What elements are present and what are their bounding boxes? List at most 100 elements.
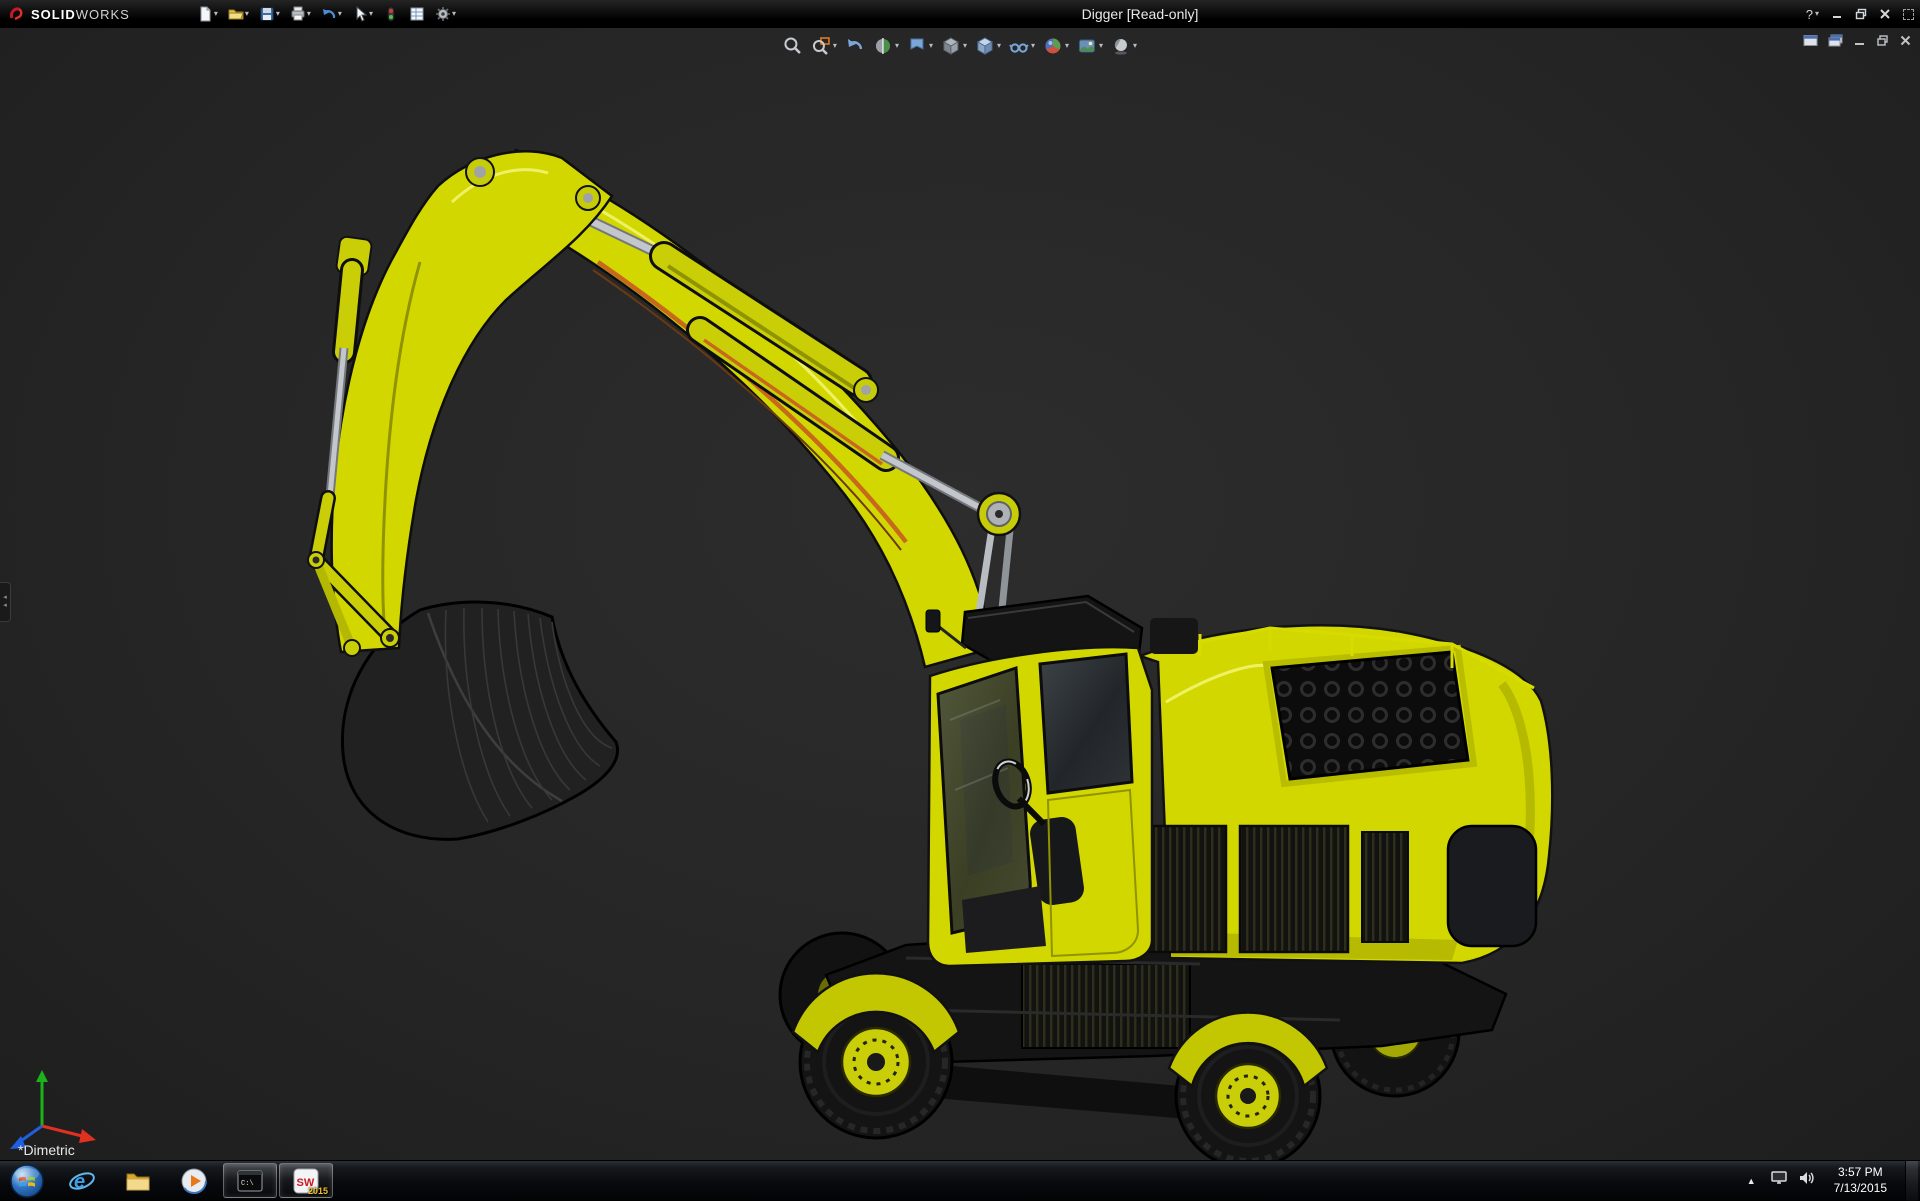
gear-icon [435, 6, 451, 22]
apply-scene-button[interactable]: ▾ [1074, 33, 1106, 59]
mirror [926, 610, 940, 632]
side-window [1040, 654, 1132, 793]
select-cursor-icon [352, 6, 368, 22]
taskbar-internet-explorer-button[interactable]: e [55, 1163, 109, 1198]
options-button[interactable]: ▾ [432, 3, 459, 25]
doc-close-button[interactable] [1899, 34, 1912, 47]
solidworks-version-badge: 2015 [308, 1186, 328, 1196]
minimize-icon [1853, 34, 1866, 47]
dropdown-caret-icon[interactable]: ▾ [338, 10, 342, 18]
previous-view-button[interactable] [842, 33, 868, 59]
deck-box [1150, 618, 1198, 654]
window-controls: ?▾ [1806, 0, 1914, 28]
zoom-to-area-icon [811, 36, 831, 56]
doc-restore-button[interactable] [1876, 34, 1889, 47]
brand-text: SOLIDWORKS [31, 7, 130, 22]
apply-scene-icon [1077, 36, 1097, 56]
taskbar-command-prompt-button[interactable]: C:\ [223, 1163, 277, 1198]
dropdown-caret-icon[interactable]: ▾ [276, 10, 280, 18]
taskbar-solidworks-button[interactable]: SW 2015 [279, 1163, 333, 1198]
dropdown-caret-icon[interactable]: ▾ [245, 10, 249, 18]
save-button[interactable]: ▾ [256, 3, 283, 25]
fullscreen-toggle-button[interactable] [1903, 9, 1914, 20]
hide-show-glasses-icon [1009, 36, 1029, 56]
section-view-button[interactable]: ▾ [870, 33, 902, 59]
brand-works: WORKS [76, 7, 130, 22]
undo-arrow-icon [321, 6, 337, 22]
new-document-icon [197, 6, 213, 22]
excavator-model[interactable] [0, 28, 1920, 1160]
dropdown-caret-icon[interactable]: ▾ [1065, 42, 1069, 50]
start-button[interactable] [0, 1161, 54, 1200]
save-floppy-icon [259, 6, 275, 22]
restore-button[interactable] [1855, 8, 1867, 20]
folder-icon [124, 1167, 152, 1195]
rebuild-stoplight-icon [383, 6, 399, 22]
dropdown-caret-icon[interactable]: ▾ [1031, 42, 1035, 50]
dropdown-caret-icon[interactable]: ▾ [1815, 10, 1819, 18]
taskbar-media-player-button[interactable] [167, 1163, 221, 1198]
doc-minimize-button[interactable] [1853, 34, 1866, 47]
dropdown-caret-icon[interactable]: ▾ [307, 10, 311, 18]
close-button[interactable] [1879, 8, 1891, 20]
show-hidden-icons-button[interactable]: ▲ [1743, 1176, 1760, 1186]
restore-icon [1855, 8, 1867, 20]
engine-grille[interactable] [1266, 648, 1474, 784]
appearance-ball-icon [1043, 36, 1063, 56]
taskbar-file-explorer-button[interactable] [111, 1163, 165, 1198]
headsup-toolbar: ▾ ▾ ▾ ▾ [780, 33, 1140, 59]
window-icon [1803, 34, 1818, 47]
view-orientation-button[interactable]: ▾ [938, 33, 970, 59]
new-window-button[interactable] [1803, 34, 1818, 47]
minimize-button[interactable] [1831, 8, 1843, 20]
system-tray: ▲ 3:57 PM 7/13/2015 [1743, 1161, 1920, 1200]
boom-pivot-pin[interactable] [978, 493, 1020, 535]
annotation-views-icon [907, 36, 927, 56]
hide-show-items-button[interactable]: ▾ [1006, 33, 1038, 59]
feature-tree-collapse-handle[interactable]: ◂ ◂ [0, 582, 11, 622]
dropdown-caret-icon[interactable]: ▾ [895, 42, 899, 50]
titlebar: SOLIDWORKS ▾ ▾ ▾ [0, 0, 1920, 28]
display-style-button[interactable]: ▾ [972, 33, 1004, 59]
select-button[interactable]: ▾ [349, 3, 376, 25]
dropdown-caret-icon[interactable]: ▾ [929, 42, 933, 50]
volume-tray-icon[interactable] [1798, 1170, 1816, 1191]
annotation-views-button[interactable]: ▾ [904, 33, 936, 59]
solidworks-logo: SOLIDWORKS [0, 5, 130, 23]
print-button[interactable]: ▾ [287, 3, 314, 25]
dropdown-caret-icon[interactable]: ▾ [369, 10, 373, 18]
dropdown-caret-icon[interactable]: ▾ [1133, 42, 1137, 50]
edit-appearance-button[interactable]: ▾ [1040, 33, 1072, 59]
dropdown-caret-icon[interactable]: ▾ [214, 10, 218, 18]
new-document-button[interactable]: ▾ [194, 3, 221, 25]
file-properties-button[interactable] [406, 3, 428, 25]
close-icon [1879, 8, 1891, 20]
zoom-to-area-button[interactable]: ▾ [808, 33, 840, 59]
display-style-icon [975, 36, 995, 56]
tray-date: 7/13/2015 [1834, 1181, 1887, 1197]
cascade-window-button[interactable] [1828, 34, 1843, 47]
display-settings-tray-icon[interactable] [1770, 1170, 1788, 1191]
minimize-icon [1831, 8, 1843, 20]
graphics-viewport[interactable]: ▾ ▾ ▾ ▾ [0, 28, 1920, 1160]
dropdown-caret-icon[interactable]: ▾ [963, 42, 967, 50]
dropdown-caret-icon[interactable]: ▾ [997, 42, 1001, 50]
stick[interactable] [332, 151, 612, 652]
dropdown-caret-icon[interactable]: ▾ [1099, 42, 1103, 50]
orientation-triad [10, 1070, 96, 1149]
view-settings-button[interactable]: ▾ [1108, 33, 1140, 59]
show-desktop-button[interactable] [1905, 1161, 1918, 1201]
tray-clock[interactable]: 3:57 PM 7/13/2015 [1826, 1165, 1895, 1196]
rebuild-button[interactable] [380, 3, 402, 25]
dropdown-caret-icon[interactable]: ▾ [452, 10, 456, 18]
zoom-to-fit-button[interactable] [780, 33, 806, 59]
media-player-icon [180, 1167, 208, 1195]
internet-explorer-icon: e [68, 1167, 96, 1195]
open-button[interactable]: ▾ [225, 3, 252, 25]
help-button[interactable]: ?▾ [1806, 7, 1819, 22]
dropdown-caret-icon[interactable]: ▾ [833, 42, 837, 50]
restore-icon [1876, 34, 1889, 47]
help-label: ? [1806, 7, 1813, 22]
fullscreen-icon [1903, 9, 1914, 20]
undo-button[interactable]: ▾ [318, 3, 345, 25]
